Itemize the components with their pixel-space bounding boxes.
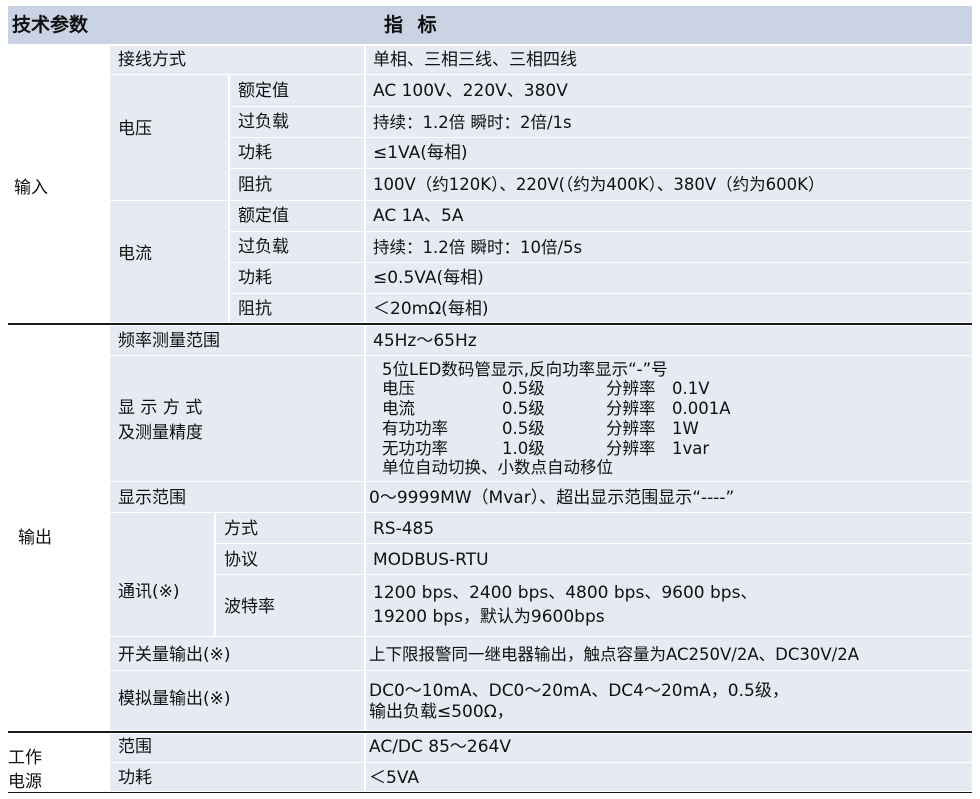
comm-baud-value-line1: 1200 bps、2400 bps、4800 bps、9600 bps、	[373, 583, 758, 603]
wiring-value: 单相、三相三线、三相四线	[373, 50, 577, 70]
comm-label: 通讯(※)	[118, 582, 180, 602]
display-row-grade: 0.5级	[502, 419, 545, 438]
voltage-overload-value: 持续：1.2倍 瞬时：2倍/1s	[373, 113, 572, 132]
current-power-label: 功耗	[238, 268, 272, 288]
comm-mode-value: RS-485	[373, 519, 435, 539]
display-row-res-label: 分辨率	[606, 439, 656, 458]
power-consumption-value: ＜5VA	[369, 768, 419, 788]
display-intro: 5位LED数码管显示,反向功率显示“-”号	[382, 360, 668, 379]
comm-mode-label: 方式	[224, 519, 258, 539]
display-row-res: 1var	[672, 439, 710, 458]
display-outro: 单位自动切换、小数点自动移位	[382, 458, 613, 477]
header-bar	[8, 6, 972, 44]
output-group-label: 输出	[18, 528, 52, 548]
current-rated-label: 额定值	[238, 206, 289, 226]
header-col-params: 技术参数	[12, 14, 89, 36]
current-overload-value: 持续：1.2倍 瞬时：10倍/5s	[373, 238, 583, 257]
display-row-name: 有功功率	[382, 419, 448, 438]
display-row-grade: 0.5级	[502, 379, 545, 398]
voltage-overload-label: 过负载	[238, 112, 289, 132]
voltage-power-value: ≤1VA(每相)	[373, 143, 468, 163]
display-row-name: 电流	[382, 399, 415, 418]
freq-label: 频率测量范围	[118, 331, 220, 351]
freq-value: 45Hz～65Hz	[373, 331, 477, 351]
voltage-rated-label: 额定值	[238, 81, 289, 101]
comm-baud-value-line2: 19200 bps，默认为9600bps	[373, 607, 605, 627]
analog-output-value-line1: DC0～10mA、DC0～20mA、DC4～20mA，0.5级，	[369, 681, 789, 701]
current-rated-value: AC 1A、5A	[373, 206, 464, 226]
input-group-label: 输入	[14, 178, 48, 198]
display-label-line2: 及测量精度	[118, 423, 203, 443]
voltage-power-label: 功耗	[238, 143, 272, 163]
current-impedance-label: 阻抗	[238, 299, 272, 319]
display-row-grade: 0.5级	[502, 399, 545, 418]
display-row-res-label: 分辨率	[606, 419, 656, 438]
bottom-rule	[8, 792, 972, 793]
range-label: 显示范围	[118, 488, 186, 508]
display-row-res-label: 分辨率	[606, 379, 656, 398]
display-row-grade: 1.0级	[502, 439, 545, 458]
current-overload-label: 过负载	[238, 237, 289, 257]
analog-output-value-line2: 输出负载≤500Ω，	[369, 702, 514, 722]
section-divider-1	[8, 323, 972, 325]
switch-output-value: 上下限报警同一继电器输出，触点容量为AC250V/2A、DC30V/2A	[369, 645, 859, 664]
display-row-res: 0.1V	[672, 379, 710, 398]
header-col-spec: 指 标	[384, 14, 441, 36]
voltage-impedance-label: 阻抗	[238, 175, 272, 195]
display-row-name: 无功功率	[382, 439, 448, 458]
current-impedance-value: ＜20mΩ(每相)	[373, 299, 489, 319]
comm-baud-label: 波特率	[224, 597, 275, 617]
section-divider-2	[8, 731, 972, 733]
display-label-line1: 显 示 方 式	[118, 398, 203, 418]
comm-protocol-label: 协议	[224, 550, 258, 570]
display-row-res-label: 分辨率	[606, 399, 656, 418]
power-group-label-line2: 电源	[8, 772, 42, 792]
voltage-impedance-value: 100V（约120K）、220V(（约为400K）、380V（约为600K）	[373, 175, 825, 194]
voltage-rated-value: AC 100V、220V、380V	[373, 81, 568, 101]
wiring-label: 接线方式	[118, 50, 186, 70]
range-value: 0～9999MW（Mvar）、超出显示范围显示“----”	[369, 488, 735, 508]
power-consumption-label: 功耗	[118, 768, 152, 788]
display-row-res: 0.001A	[672, 399, 731, 418]
display-row-res: 1W	[672, 419, 699, 438]
current-power-value: ≤0.5VA(每相)	[373, 268, 484, 288]
display-row-name: 电压	[382, 379, 415, 398]
power-range-value: AC/DC 85～264V	[369, 737, 512, 757]
analog-output-label: 模拟量输出(※)	[118, 689, 231, 709]
voltage-label: 电压	[118, 119, 152, 139]
power-range-label: 范围	[118, 737, 152, 757]
comm-protocol-value: MODBUS-RTU	[373, 550, 489, 570]
current-label: 电流	[118, 244, 152, 264]
power-group-label-line1: 工作	[8, 748, 42, 768]
switch-output-label: 开关量输出(※)	[118, 645, 231, 665]
